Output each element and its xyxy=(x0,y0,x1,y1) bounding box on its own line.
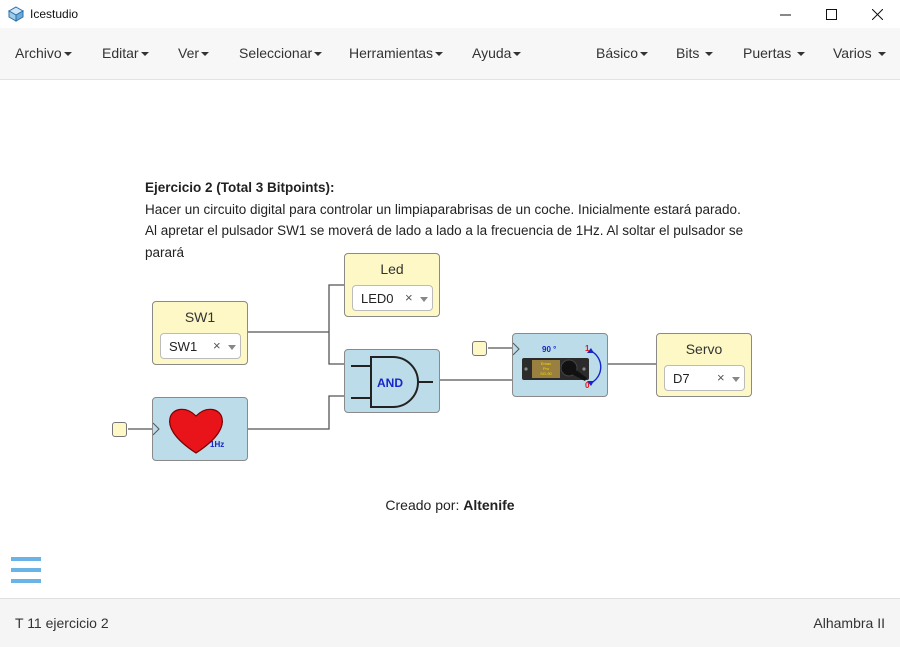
sw1-input-block[interactable]: SW1 SW1 × xyxy=(152,301,248,365)
and-gate-icon: AND xyxy=(351,356,433,408)
servo-motor-icon: 90 ° Emax Pro SG-90 1 0 xyxy=(513,342,602,390)
heart-frequency-label: 1Hz xyxy=(210,440,224,449)
status-footer: T 11 ejercicio 2 Alhambra II xyxy=(0,598,900,647)
caret-down-icon xyxy=(63,52,72,57)
and-gate-label: AND xyxy=(377,376,403,390)
sw1-pin-select[interactable]: SW1 × xyxy=(160,333,241,359)
menu-label: Bits xyxy=(676,45,700,61)
menu-archivo[interactable]: Archivo xyxy=(15,45,72,61)
select-value: D7 xyxy=(673,371,690,386)
block-label: SW1 xyxy=(184,309,216,325)
menu-ver[interactable]: Ver xyxy=(178,45,210,61)
servo-motor-block[interactable]: 90 ° Emax Pro SG-90 1 0 xyxy=(512,333,608,397)
caret-down-icon xyxy=(513,52,522,57)
servo-brand-line: SG-90 xyxy=(540,371,552,376)
menu-varios[interactable]: Varios xyxy=(833,45,886,61)
menu-label: Puertas xyxy=(743,45,792,61)
maximize-icon xyxy=(825,8,837,20)
menu-editar[interactable]: Editar xyxy=(102,45,149,61)
clear-icon[interactable]: × xyxy=(717,370,725,385)
block-label: Servo xyxy=(685,341,723,357)
menu-label: Ver xyxy=(178,45,200,61)
hamburger-bar xyxy=(11,579,41,583)
unconnected-input-pin[interactable] xyxy=(112,422,127,437)
caret-down-icon xyxy=(797,52,806,57)
unconnected-input-pin[interactable] xyxy=(472,341,487,356)
window-title: Icestudio xyxy=(30,7,79,21)
hamburger-menu-button[interactable] xyxy=(11,557,41,583)
maximize-button[interactable] xyxy=(808,0,854,28)
menu-label: Ayuda xyxy=(472,45,512,61)
design-canvas[interactable]: Ejercicio 2 (Total 3 Bitpoints): Hacer u… xyxy=(0,80,900,598)
menu-seleccionar[interactable]: Seleccionar xyxy=(239,45,323,61)
and-gate-block[interactable]: AND xyxy=(344,349,440,413)
credit-text: Creado por: Altenife xyxy=(0,497,900,513)
servo-top-label: 1 xyxy=(585,344,590,353)
credit-prefix: Creado por: xyxy=(385,497,464,513)
wires xyxy=(128,284,657,430)
wire-to-and-a xyxy=(328,332,345,365)
menu-basico[interactable]: Básico xyxy=(596,45,649,61)
menu-puertas[interactable]: Puertas xyxy=(743,45,806,61)
select-value: SW1 xyxy=(169,339,198,354)
caret-down-icon xyxy=(705,52,714,57)
menu-label: Varios xyxy=(833,45,872,61)
servo-angle-label: 90 ° xyxy=(542,345,556,354)
minimize-button[interactable] xyxy=(762,0,808,28)
minimize-icon xyxy=(779,14,791,15)
caret-down-icon xyxy=(435,52,444,57)
menu-bar: Archivo Editar Ver Seleccionar Herramien… xyxy=(0,28,900,80)
close-button[interactable] xyxy=(854,0,900,28)
heart-icon: 1Hz xyxy=(153,408,224,454)
title-bar: Icestudio xyxy=(0,0,900,28)
credit-author: Altenife xyxy=(463,497,515,513)
servo-output-block[interactable]: Servo D7 × xyxy=(656,333,752,397)
menu-ayuda[interactable]: Ayuda xyxy=(472,45,522,61)
servo-pin-select[interactable]: D7 × xyxy=(664,365,745,391)
menu-label: Herramientas xyxy=(349,45,434,61)
servo-bottom-label: 0 xyxy=(585,381,590,390)
icestudio-logo-icon xyxy=(8,6,24,22)
menu-label: Archivo xyxy=(15,45,62,61)
hamburger-bar xyxy=(11,568,41,572)
clear-icon[interactable]: × xyxy=(405,290,413,305)
menu-bits[interactable]: Bits xyxy=(676,45,714,61)
heartbeat-1hz-block[interactable]: 1Hz xyxy=(152,397,248,461)
board-selector[interactable]: Alhambra II xyxy=(813,615,885,631)
caret-down-icon xyxy=(201,52,210,57)
caret-down-icon xyxy=(314,52,323,57)
led-output-block[interactable]: Led LED0 × xyxy=(344,253,440,317)
close-icon xyxy=(871,8,883,20)
caret-down-icon xyxy=(877,52,886,57)
caret-down-icon xyxy=(140,52,149,57)
clear-icon[interactable]: × xyxy=(213,338,221,353)
caret-down-icon xyxy=(640,52,649,57)
block-label: Led xyxy=(380,261,404,277)
dropdown-arrow-icon[interactable] xyxy=(228,345,236,350)
menu-label: Básico xyxy=(596,45,639,61)
led-pin-select[interactable]: LED0 × xyxy=(352,285,433,311)
hamburger-bar xyxy=(11,557,41,561)
wire-to-led xyxy=(328,284,345,332)
menu-label: Seleccionar xyxy=(239,45,313,61)
breadcrumb-file[interactable]: T 11 ejercicio 2 xyxy=(15,615,109,631)
dropdown-arrow-icon[interactable] xyxy=(732,377,740,382)
menu-herramientas[interactable]: Herramientas xyxy=(349,45,444,61)
dropdown-arrow-icon[interactable] xyxy=(420,297,428,302)
select-value: LED0 xyxy=(361,291,394,306)
menu-label: Editar xyxy=(102,45,139,61)
wire-heart xyxy=(247,395,345,430)
